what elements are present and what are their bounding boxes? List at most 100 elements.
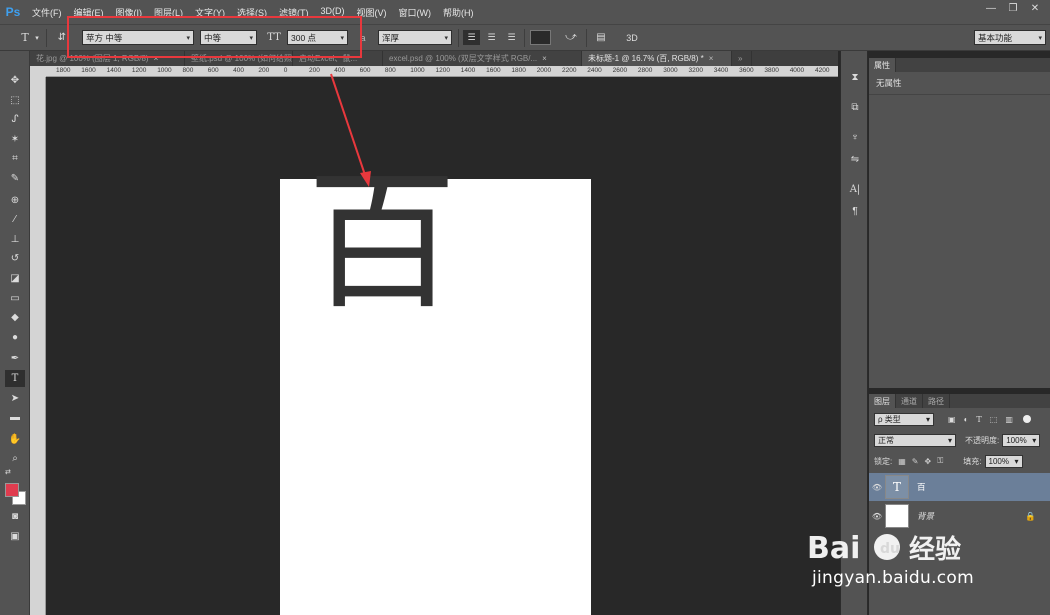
warp-text-icon[interactable]: ⤻ — [563, 30, 579, 45]
tool-preset-chevron-icon[interactable]: ▾ — [33, 30, 41, 45]
lock-label: 锁定: — [874, 456, 893, 466]
eyedropper-tool-icon[interactable]: ✎ — [5, 170, 25, 187]
restore-icon[interactable]: ❐ — [1002, 2, 1024, 14]
menu-item[interactable]: 帮助(H) — [437, 6, 480, 19]
visibility-eye-icon[interactable]: 👁 — [869, 483, 885, 492]
close-icon[interactable]: × — [709, 54, 714, 63]
gradient-tool-icon[interactable]: ▭ — [5, 290, 25, 307]
opacity-field[interactable]: 100% ▾ — [1002, 433, 1041, 447]
blend-mode-dropdown[interactable]: 正常 ▾ — [874, 433, 956, 447]
adjustments-panel-icon[interactable]: ⇋ — [846, 151, 864, 168]
swap-colors-icon[interactable]: ⇄ — [5, 467, 25, 477]
tab-paths[interactable]: 路径 — [923, 394, 950, 408]
magic-wand-tool-icon[interactable]: ✶ — [5, 131, 25, 148]
3d-button[interactable]: 3D — [622, 30, 642, 45]
tab-layers[interactable]: 图层 — [869, 394, 896, 408]
menu-item[interactable]: 文件(F) — [26, 6, 68, 19]
image-filter-icon[interactable]: ▣ — [948, 415, 956, 424]
vertical-ruler — [30, 77, 46, 615]
ruler-tick-label: 800 — [182, 67, 194, 74]
crop-tool-icon[interactable]: ⌗ — [5, 150, 25, 167]
lasso-tool-icon[interactable]: ᔑ — [5, 111, 25, 128]
marquee-tool-icon[interactable]: ⬚ — [5, 92, 25, 109]
type-tool-icon[interactable]: T — [18, 30, 32, 45]
text-color-swatch[interactable] — [530, 30, 551, 45]
horizontal-ruler: 1800 1600 1400 1200 1000 800 600 400 200 0 200 400 6… — [46, 66, 838, 77]
ruler-tick-label: 4000 — [789, 67, 805, 74]
screen-mode-icon[interactable]: ▣ — [5, 528, 25, 545]
shape-filter-icon[interactable]: ⬚ — [990, 415, 998, 424]
type-tool-icon[interactable]: T — [5, 370, 25, 387]
minimize-icon[interactable]: — — [980, 2, 1002, 14]
ruler-tick-label: 3600 — [739, 67, 754, 74]
ruler-tick-label: 3200 — [688, 67, 703, 74]
ruler-tick-label: 600 — [359, 67, 371, 74]
pen-tool-icon[interactable]: ✒ — [5, 350, 25, 367]
actions-panel-icon[interactable]: ⧉ — [846, 99, 864, 116]
layer-filter-dropdown[interactable]: ρ 类型 ▾ — [874, 412, 934, 426]
zoom-tool-icon[interactable]: ⌕ — [5, 450, 25, 467]
ruler-tick-label: 1800 — [511, 67, 526, 74]
lock-transparent-icon[interactable]: ▦ — [898, 457, 906, 466]
chevron-down-icon: ▾ — [1014, 456, 1019, 466]
layer-item-text[interactable]: 👁 T 百 — [869, 473, 1050, 501]
path-selection-tool-icon[interactable]: ➤ — [5, 390, 25, 407]
character-panel-icon[interactable]: ▤ — [593, 30, 609, 45]
move-tool-icon[interactable]: ✥ — [5, 72, 25, 89]
eraser-tool-icon[interactable]: ◪ — [5, 270, 25, 287]
rectangle-tool-icon[interactable]: ▬ — [5, 409, 25, 426]
align-right-icon[interactable]: ☰ — [503, 30, 520, 45]
history-brush-tool-icon[interactable]: ↺ — [5, 250, 25, 267]
close-icon[interactable]: ✕ — [1024, 2, 1046, 14]
tab-untitled-1[interactable]: 未标题-1 @ 16.7% (百, RGB/8) * × — [582, 51, 732, 66]
clone-stamp-tool-icon[interactable]: ⊥ — [5, 231, 25, 248]
ruler-tick-label: 3800 — [764, 67, 779, 74]
tab-excel-psd[interactable]: excel.psd @ 100% (双层文字样式 RGB/... × — [383, 51, 582, 66]
ruler-tick-label: 400 — [233, 67, 244, 74]
watermark-url: jingyan.baidu.com — [812, 568, 974, 588]
ruler-tick-label: 1400 — [106, 67, 122, 74]
chevron-down-icon: ▾ — [1032, 435, 1037, 445]
brush-tool-icon[interactable]: ⁄ — [5, 211, 25, 228]
blend-row: 正常 ▾ 不透明度: 100% ▾ — [869, 431, 1050, 449]
layer-item-background[interactable]: 👁 背景 🔒 — [869, 502, 1050, 530]
visibility-eye-icon[interactable]: 👁 — [869, 512, 885, 521]
paragraph-panel-icon[interactable]: ¶ — [846, 203, 864, 220]
smart-object-filter-icon[interactable]: ▥ — [1005, 415, 1013, 424]
adjustment-filter-icon[interactable]: ◐ — [964, 415, 969, 424]
layer-name: 背景 — [917, 511, 935, 521]
quick-mask-icon[interactable]: ◙ — [5, 508, 25, 525]
antialias-value: 浑厚 — [382, 32, 400, 43]
ruler-tick-label: 1400 — [460, 67, 476, 74]
workspace-dropdown[interactable]: 基本功能 ▾ — [974, 30, 1046, 45]
lock-row: 锁定: ▦ ✎ ✥ ⚿ 填充: 100% ▾ — [869, 452, 1050, 470]
lock-paint-icon[interactable]: ✎ — [912, 457, 919, 466]
foreground-color-swatch[interactable] — [5, 483, 19, 497]
type-filter-icon[interactable]: T — [976, 415, 981, 424]
filter-toggle-icon[interactable] — [1022, 415, 1031, 423]
tabs-overflow-icon[interactable]: » — [732, 51, 752, 66]
tab-channels[interactable]: 通道 — [896, 394, 923, 408]
align-left-icon[interactable]: ☰ — [463, 30, 480, 45]
history-panel-icon[interactable]: ⧗ — [846, 69, 864, 86]
lock-position-icon[interactable]: ✥ — [925, 457, 932, 466]
lock-all-icon[interactable]: ⚿ — [937, 456, 943, 466]
fill-field[interactable]: 100% ▾ — [984, 454, 1023, 468]
healing-brush-tool-icon[interactable]: ⊕ — [5, 192, 25, 209]
menu-item[interactable]: 窗口(W) — [393, 6, 438, 19]
svg-text:du: du — [880, 541, 900, 557]
hand-tool-icon[interactable]: ✋ — [5, 431, 25, 448]
ruler-tick-label: 1000 — [157, 67, 172, 74]
character-panel-icon[interactable]: A| — [846, 181, 864, 198]
brush-panel-icon[interactable]: ♆ — [846, 129, 864, 146]
close-icon[interactable]: × — [542, 54, 547, 63]
canvas-text-layer[interactable]: 百 — [307, 168, 457, 318]
tab-properties[interactable]: 属性 — [869, 58, 896, 72]
blur-tool-icon[interactable]: ◆ — [5, 309, 25, 326]
dodge-tool-icon[interactable]: ● — [5, 329, 25, 346]
ruler-tick-label: 1800 — [56, 67, 71, 74]
ruler-tick-label: 4200 — [815, 67, 830, 74]
antialias-dropdown[interactable]: 浑厚 ▾ — [378, 30, 452, 45]
align-center-icon[interactable]: ☰ — [483, 30, 500, 45]
photoshop-logo: Ps — [5, 5, 21, 19]
